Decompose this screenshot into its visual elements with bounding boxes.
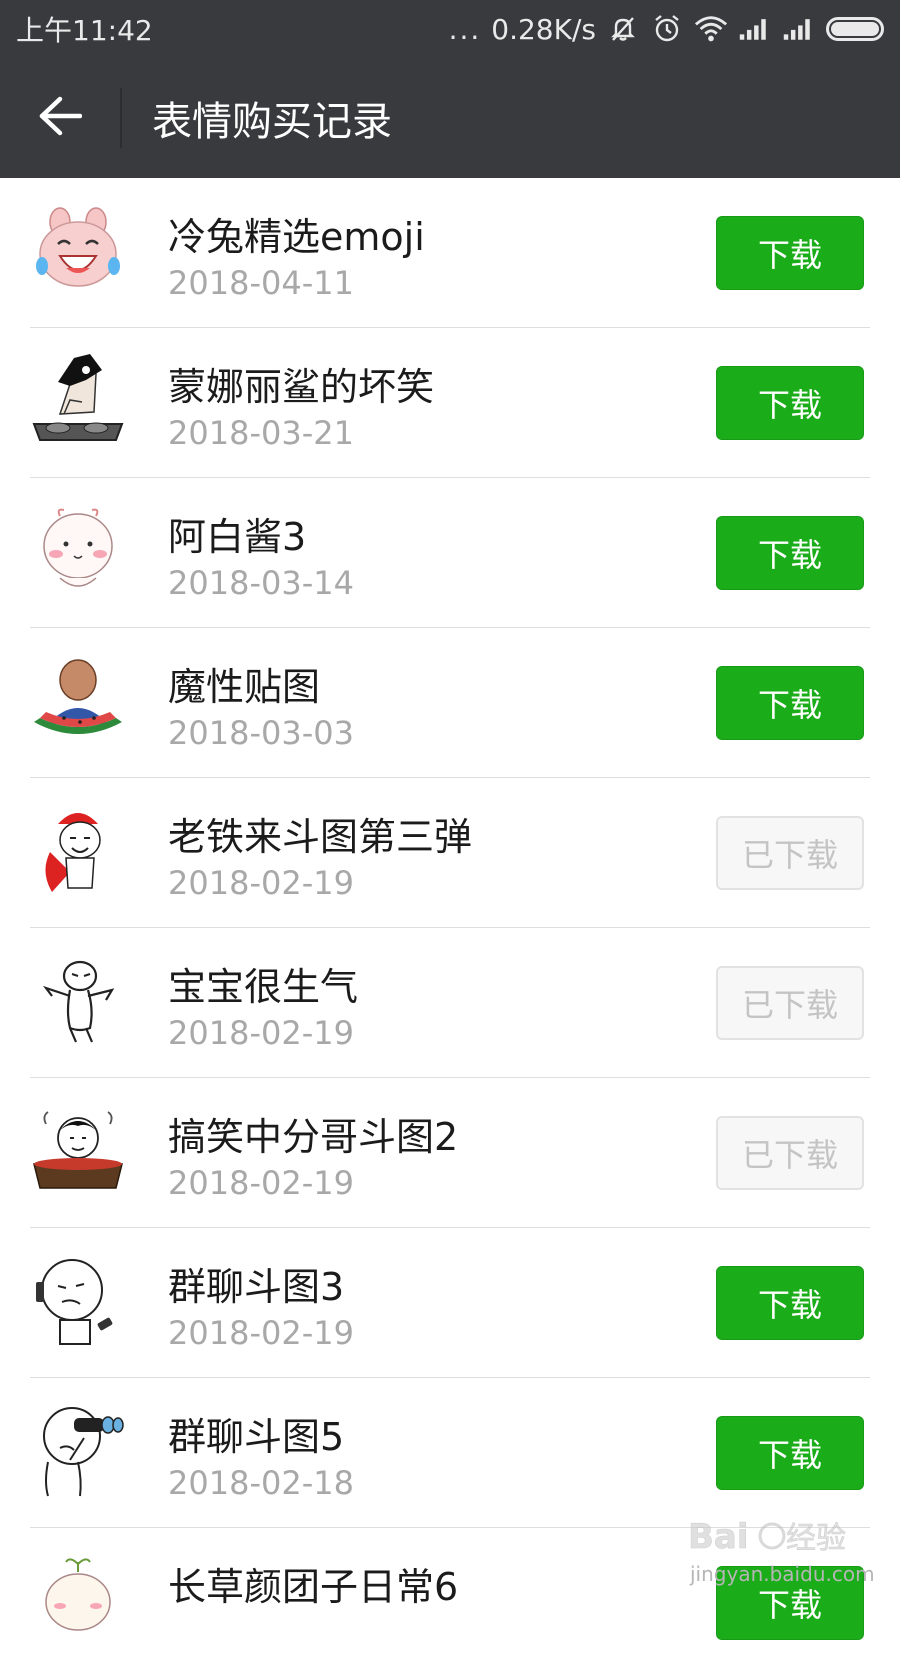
item-date: 2018-04-11: [168, 264, 354, 302]
sprout-bun-sticker: [30, 1552, 126, 1648]
hotpot-guy-sticker: [30, 1102, 126, 1198]
title-divider: [120, 88, 122, 148]
page-title: 表情购买记录: [152, 99, 392, 145]
downloaded-button[interactable]: 已下载: [716, 1116, 864, 1190]
list-item[interactable]: 群聊斗图3 2018-02-19 下载: [0, 1228, 900, 1378]
item-name: 长草颜团子日常6: [168, 1565, 459, 1609]
item-date: 2018-03-03: [168, 714, 354, 752]
status-bar: 上午11:42 ... 0.28K/s: [0, 0, 900, 58]
list-item[interactable]: 阿白酱3 2018-03-14 下载: [0, 478, 900, 628]
list-item[interactable]: 冷兔精选emoji 2018-04-11 下载: [0, 178, 900, 328]
item-date: 2018-02-18: [168, 1464, 354, 1502]
status-time: 上午11:42: [16, 14, 153, 47]
download-button[interactable]: 下载: [716, 666, 864, 740]
item-date: 2018-02-19: [168, 1014, 354, 1052]
downloaded-button[interactable]: 已下载: [716, 816, 864, 890]
more-dots: ...: [448, 12, 482, 46]
downloaded-button[interactable]: 已下载: [716, 966, 864, 1040]
watermark-url: jingyan.baidu.com: [690, 1562, 875, 1586]
alarm-icon: [650, 12, 684, 46]
list-item[interactable]: 搞笑中分哥斗图2 2018-02-19 已下载: [0, 1078, 900, 1228]
status-icons: ... 0.28K/s: [449, 12, 884, 46]
download-button[interactable]: 下载: [716, 1416, 864, 1490]
item-date: 2018-02-19: [168, 1314, 354, 1352]
item-name: 魔性贴图: [168, 665, 321, 709]
white-bun-sticker: [30, 502, 126, 598]
item-name: 老铁来斗图第三弹: [168, 815, 473, 859]
battery-icon: [826, 17, 884, 41]
angry-stickman-sticker: [30, 952, 126, 1048]
list-item[interactable]: 宝宝很生气 2018-02-19 已下载: [0, 928, 900, 1078]
dj-shark-sticker: [30, 352, 126, 448]
signal-icon: [782, 12, 816, 46]
item-name: 冷兔精选emoji: [168, 215, 425, 259]
item-date: 2018-03-14: [168, 564, 354, 602]
item-name: 群聊斗图3: [168, 1265, 345, 1309]
item-date: 2018-02-19: [168, 864, 354, 902]
signal-icon: [738, 12, 772, 46]
item-name: 蒙娜丽鲨的坏笑: [168, 365, 435, 409]
laughing-rabbit-sticker: [30, 202, 126, 298]
binocular-face-sticker: [30, 1402, 126, 1498]
svg-text:经验: 经验: [786, 1521, 846, 1556]
wifi-icon: [694, 12, 728, 46]
title-bar: 表情购买记录: [0, 58, 900, 178]
network-speed: 0.28K/s: [491, 12, 596, 46]
arrow-left-icon: [38, 96, 83, 140]
download-button[interactable]: 下载: [716, 366, 864, 440]
phone-face-sticker: [30, 1252, 126, 1348]
item-date: 2018-03-21: [168, 414, 354, 452]
back-button[interactable]: [0, 58, 120, 178]
purchase-list: 冷兔精选emoji 2018-04-11 下载 蒙娜丽鲨的坏笑 2018-03-…: [0, 178, 900, 1678]
mute-bell-icon: [606, 12, 640, 46]
download-button[interactable]: 下载: [716, 216, 864, 290]
item-name: 阿白酱3: [168, 515, 307, 559]
download-button[interactable]: 下载: [716, 516, 864, 590]
item-date: 2018-02-19: [168, 1164, 354, 1202]
list-item[interactable]: 老铁来斗图第三弹 2018-02-19 已下载: [0, 778, 900, 928]
download-button[interactable]: 下载: [716, 1266, 864, 1340]
item-name: 搞笑中分哥斗图2: [168, 1115, 459, 1159]
list-item[interactable]: 蒙娜丽鲨的坏笑 2018-03-21 下载: [0, 328, 900, 478]
list-item[interactable]: 魔性贴图 2018-03-03 下载: [0, 628, 900, 778]
item-name: 群聊斗图5: [168, 1415, 345, 1459]
red-hat-man-sticker: [30, 802, 126, 898]
svg-text:Bai: Bai: [688, 1517, 749, 1557]
item-name: 宝宝很生气: [168, 965, 359, 1009]
watermelon-man-sticker: [30, 652, 126, 748]
